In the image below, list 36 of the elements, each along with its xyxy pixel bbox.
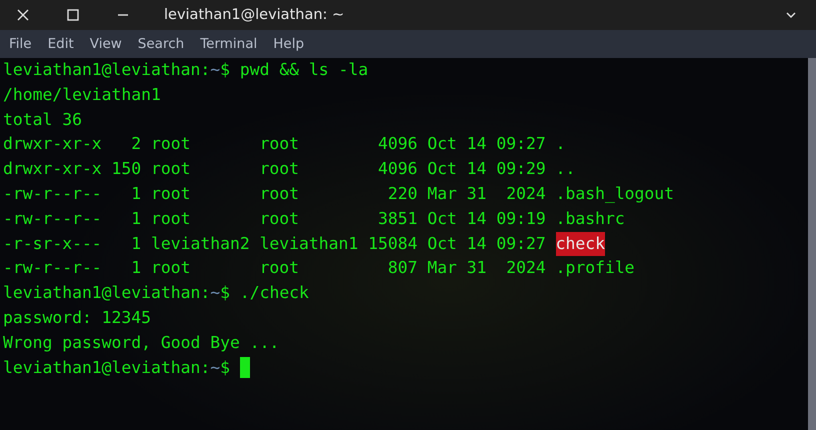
prompt-user-host: leviathan1@leviathan: [3, 282, 210, 304]
menu-item[interactable]: File [9, 36, 32, 52]
file-name: .bashrc [556, 208, 625, 230]
menu-item[interactable]: Edit [48, 36, 74, 52]
output-text: Wrong password, Good Bye ... [3, 332, 280, 354]
file-name: .bash_logout [556, 182, 674, 205]
file-info: -rw-r--r-- 1 root root 220 Mar 31 2024 [3, 182, 546, 205]
close-icon[interactable] [17, 9, 29, 21]
prompt-path: ~ [210, 356, 220, 379]
menu-item[interactable]: View [90, 36, 122, 52]
output-text: password: 12345 [3, 306, 152, 329]
file-info: -r-sr-x--- 1 leviathan2 leviathan1 15084 Oct 14 09:27 [3, 232, 546, 255]
chevron-down-icon[interactable] [786, 12, 796, 18]
command-text: $ ./check [220, 282, 309, 304]
file-info: -rw-r--r-- 1 root root 807 Mar 31 2024 [3, 257, 546, 280]
file-name: check [556, 232, 605, 256]
prompt-path: ~ [210, 59, 220, 81]
menu-item[interactable]: Search [138, 36, 184, 52]
output-text: total 36 [3, 108, 82, 131]
prompt-user-host: leviathan1@leviathan: [3, 59, 210, 81]
file-name: .profile [556, 257, 635, 280]
output-text: /home/leviathan1 [3, 84, 161, 106]
prompt-user-host: leviathan1@leviathan: [3, 356, 210, 379]
prompt-path: ~ [210, 282, 220, 304]
file-info: drwxr-xr-x 2 root root 4096 Oct 14 09:27 [3, 133, 546, 156]
menu-item[interactable]: Terminal [200, 36, 258, 52]
maximize-icon[interactable] [67, 9, 79, 21]
file-info: -rw-r--r-- 1 root root 3851 Oct 14 09:19 [3, 208, 546, 230]
window-title: leviathan1@leviathan: ~ [164, 7, 346, 23]
file-name: .. [556, 158, 576, 180]
command-text: $ pwd && ls -la [220, 59, 368, 81]
command-text: $ [220, 356, 230, 379]
menu-item[interactable]: Help [273, 36, 304, 52]
scrollbar[interactable] [808, 58, 816, 430]
file-name: . [556, 133, 566, 156]
file-info: drwxr-xr-x 150 root root 4096 Oct 14 09:29 [3, 158, 546, 180]
